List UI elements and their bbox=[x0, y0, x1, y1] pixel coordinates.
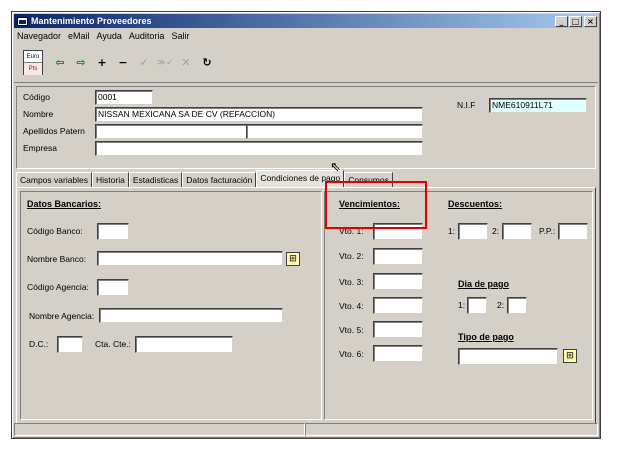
refresh-icon[interactable]: ↻ bbox=[198, 54, 216, 72]
highlight-box bbox=[325, 181, 427, 229]
tipo-pago-heading: Tipo de pago bbox=[458, 332, 514, 342]
codigo-input[interactable]: 0001 bbox=[95, 90, 153, 105]
vto4-label: Vto. 4: bbox=[339, 301, 364, 311]
bank-lookup-icon[interactable]: ⊞ bbox=[286, 252, 300, 266]
codigo-agencia-label: Código Agencia: bbox=[27, 282, 89, 292]
status-cell-left bbox=[14, 423, 305, 436]
vto5-label: Vto. 5: bbox=[339, 325, 364, 335]
bank-heading: Datos Bancarios: bbox=[27, 199, 102, 209]
pts-option[interactable]: Pts bbox=[24, 63, 42, 75]
currency-toggle[interactable]: Euro Pts bbox=[23, 50, 43, 75]
minus-icon[interactable]: − bbox=[114, 54, 132, 72]
nombre-banco-label: Nombre Banco: bbox=[27, 254, 87, 264]
vto3-input[interactable] bbox=[373, 273, 423, 290]
dia-pago2-input[interactable] bbox=[507, 297, 527, 314]
mouse-cursor-icon: ⇖ bbox=[330, 160, 341, 175]
tab-campos-variables[interactable]: Campos variables bbox=[16, 172, 93, 187]
dia-pago-heading: Dia de pago bbox=[458, 279, 510, 289]
menu-navegador[interactable]: Navegador bbox=[14, 31, 65, 41]
pronto-pago-label: P.P.: bbox=[539, 226, 556, 236]
empresa-input[interactable] bbox=[95, 141, 423, 156]
vto3-label: Vto. 3: bbox=[339, 277, 364, 287]
tab-content: Datos Bancarios: Código Banco: Nombre Ba… bbox=[16, 187, 596, 424]
check-all-icon[interactable]: ≫✓ bbox=[156, 54, 174, 72]
close-button[interactable]: × bbox=[584, 15, 597, 27]
status-cell-right bbox=[305, 423, 598, 436]
apellido-paterno-input[interactable] bbox=[95, 124, 247, 139]
toolbar: Euro Pts ⇦ ⇨ + − ✓ ≫✓ ✕ ↻ bbox=[14, 43, 598, 83]
apellidos-label: Apellidos Patern bbox=[23, 126, 85, 136]
tipo-pago-input[interactable] bbox=[458, 348, 558, 365]
euro-option[interactable]: Euro bbox=[24, 51, 42, 63]
dc-label: D.C.: bbox=[29, 339, 49, 349]
title-bar[interactable]: Mantenimiento Proveedores _ □ × bbox=[14, 14, 598, 28]
dia-pago1-input[interactable] bbox=[467, 297, 487, 314]
plus-icon[interactable]: + bbox=[93, 54, 111, 72]
nombre-agencia-label: Nombre Agencia: bbox=[29, 311, 95, 321]
arrow-left-icon[interactable]: ⇦ bbox=[51, 54, 69, 72]
window-title: Mantenimiento Proveedores bbox=[31, 16, 152, 26]
vto6-input[interactable] bbox=[373, 345, 423, 362]
bank-panel: Datos Bancarios: Código Banco: Nombre Ba… bbox=[20, 191, 322, 420]
pronto-pago-input[interactable] bbox=[558, 223, 588, 240]
cta-cte-label: Cta. Cte.: bbox=[95, 339, 131, 349]
cta-cte-input[interactable] bbox=[135, 336, 233, 353]
check-icon[interactable]: ✓ bbox=[135, 54, 153, 72]
codigo-agencia-input[interactable] bbox=[97, 279, 129, 296]
nif-label: N.I.F bbox=[457, 100, 476, 110]
nombre-banco-input[interactable] bbox=[97, 251, 283, 266]
vto4-input[interactable] bbox=[373, 297, 423, 314]
tab-historia[interactable]: Historia bbox=[92, 172, 129, 187]
menu-salir[interactable]: Salir bbox=[168, 31, 193, 41]
cancel-icon[interactable]: ✕ bbox=[177, 54, 195, 72]
dc-input[interactable] bbox=[57, 336, 83, 353]
vto2-input[interactable] bbox=[373, 248, 423, 265]
status-bar bbox=[14, 423, 598, 436]
main-window: Mantenimiento Proveedores _ □ × Navegado… bbox=[11, 11, 601, 439]
empresa-label: Empresa bbox=[23, 143, 58, 153]
nif-input[interactable]: NME610911L71 bbox=[489, 98, 587, 113]
tab-datos-facturacion[interactable]: Datos facturación bbox=[182, 172, 257, 187]
codigo-banco-label: Código Banco: bbox=[27, 226, 83, 236]
nombre-label: Nombre bbox=[23, 109, 54, 119]
menu-auditoria[interactable]: Auditoria bbox=[126, 31, 169, 41]
vto2-label: Vto. 2: bbox=[339, 251, 364, 261]
descuentos-heading: Descuentos: bbox=[448, 199, 503, 209]
header-panel: Código 0001 Nombre NISSAN MEXICANA SA DE… bbox=[16, 86, 596, 169]
vto5-input[interactable] bbox=[373, 321, 423, 338]
descuento1-label: 1: bbox=[448, 226, 456, 236]
nombre-agencia-input[interactable] bbox=[99, 308, 283, 323]
dia-pago2-label: 2: bbox=[497, 300, 505, 310]
dia-pago1-label: 1: bbox=[458, 300, 466, 310]
nombre-input[interactable]: NISSAN MEXICANA SA DE CV (REFACCION) bbox=[95, 107, 423, 122]
tab-estadisticas[interactable]: Estadisticas bbox=[128, 172, 183, 187]
menu-email[interactable]: eMail bbox=[65, 31, 94, 41]
codigo-banco-input[interactable] bbox=[97, 223, 129, 240]
tipo-pago-lookup-icon[interactable]: ⊞ bbox=[563, 349, 577, 363]
descuento1-input[interactable] bbox=[458, 223, 488, 240]
menu-bar: Navegador eMail Ayuda Auditoria Salir bbox=[14, 29, 598, 42]
minimize-button[interactable]: _ bbox=[555, 15, 568, 27]
descuento2-label: 2: bbox=[492, 226, 500, 236]
descuento2-input[interactable] bbox=[502, 223, 532, 240]
codigo-label: Código bbox=[23, 92, 50, 102]
arrow-right-icon[interactable]: ⇨ bbox=[72, 54, 90, 72]
app-icon bbox=[17, 16, 28, 26]
menu-ayuda[interactable]: Ayuda bbox=[94, 31, 126, 41]
vto6-label: Vto. 6: bbox=[339, 349, 364, 359]
apellido-materno-input[interactable] bbox=[246, 124, 423, 139]
maximize-button[interactable]: □ bbox=[569, 15, 582, 27]
